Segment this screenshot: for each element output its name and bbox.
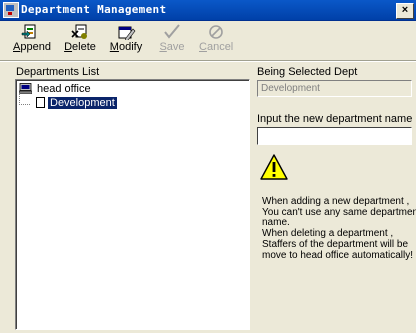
departments-list-label: Departments List	[16, 66, 100, 78]
delete-label: Delete	[64, 41, 96, 53]
close-button[interactable]: ×	[396, 3, 414, 19]
modify-button[interactable]: Modify	[109, 21, 143, 57]
append-button[interactable]: Append	[13, 21, 51, 57]
selected-dept-field: Development	[257, 80, 412, 97]
delete-icon	[71, 24, 87, 39]
append-label: Append	[13, 41, 51, 53]
delete-button[interactable]: Delete	[63, 21, 97, 57]
append-icon	[21, 24, 36, 39]
document-icon	[36, 97, 45, 108]
tree-item-label: Development	[48, 97, 117, 109]
save-button[interactable]: Save	[159, 21, 185, 57]
selected-dept-label: Being Selected Dept	[257, 66, 358, 78]
save-label: Save	[159, 41, 185, 53]
cancel-button[interactable]: Cancel	[199, 21, 233, 57]
window-title: Department Management	[21, 3, 167, 16]
cancel-label: Cancel	[199, 41, 234, 53]
new-name-label: Input the new department name	[257, 113, 413, 125]
toolbar-divider	[0, 60, 416, 62]
tree-item-label: head office	[37, 83, 91, 95]
help-note: When adding a new department , You can't…	[262, 196, 416, 261]
modify-icon	[118, 26, 136, 40]
new-department-name-input[interactable]	[257, 127, 412, 145]
tree-connector	[19, 93, 30, 105]
departments-tree[interactable]: head office Development	[15, 79, 250, 330]
title-bar[interactable]: Department Management ×	[0, 0, 416, 21]
app-icon	[3, 2, 19, 18]
cancel-icon	[209, 25, 223, 39]
tree-item-development[interactable]: Development	[19, 93, 117, 109]
warning-icon	[260, 154, 288, 180]
checkmark-icon	[164, 24, 180, 39]
note-line: Staffers of the department will be	[262, 238, 409, 250]
note-line: move to head office automatically!	[262, 249, 414, 261]
modify-label: Modify	[109, 41, 143, 53]
